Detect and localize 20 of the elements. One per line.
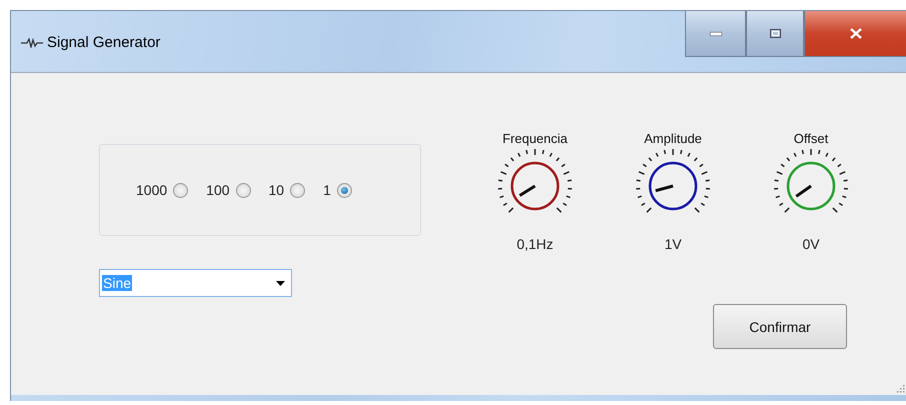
waveform-icon <box>21 38 43 48</box>
multiplier-radio[interactable]: 10 <box>268 182 306 198</box>
maximize-button[interactable] <box>746 11 804 57</box>
knob-label: Frequencia <box>502 131 568 146</box>
multiplier-radio[interactable]: 1000 <box>136 182 188 198</box>
resize-grip-icon[interactable] <box>895 383 905 393</box>
minimize-icon <box>710 32 722 36</box>
confirm-button[interactable]: Confirmar <box>713 304 847 349</box>
knob-label: Amplitude <box>644 131 702 146</box>
knob-label: Offset <box>794 131 828 146</box>
knob-reading: 1V <box>664 236 682 252</box>
caret-icon <box>276 280 285 286</box>
multiplier-radio[interactable]: 100 <box>206 182 251 198</box>
minimize-button[interactable] <box>685 11 746 57</box>
close-button[interactable] <box>804 11 906 57</box>
close-icon <box>850 28 862 39</box>
window-title: Signal Generator <box>47 34 160 51</box>
knob-reading: 0,1Hz <box>516 236 554 252</box>
knob-reading: 0V <box>802 236 820 252</box>
maximize-icon <box>770 29 780 38</box>
